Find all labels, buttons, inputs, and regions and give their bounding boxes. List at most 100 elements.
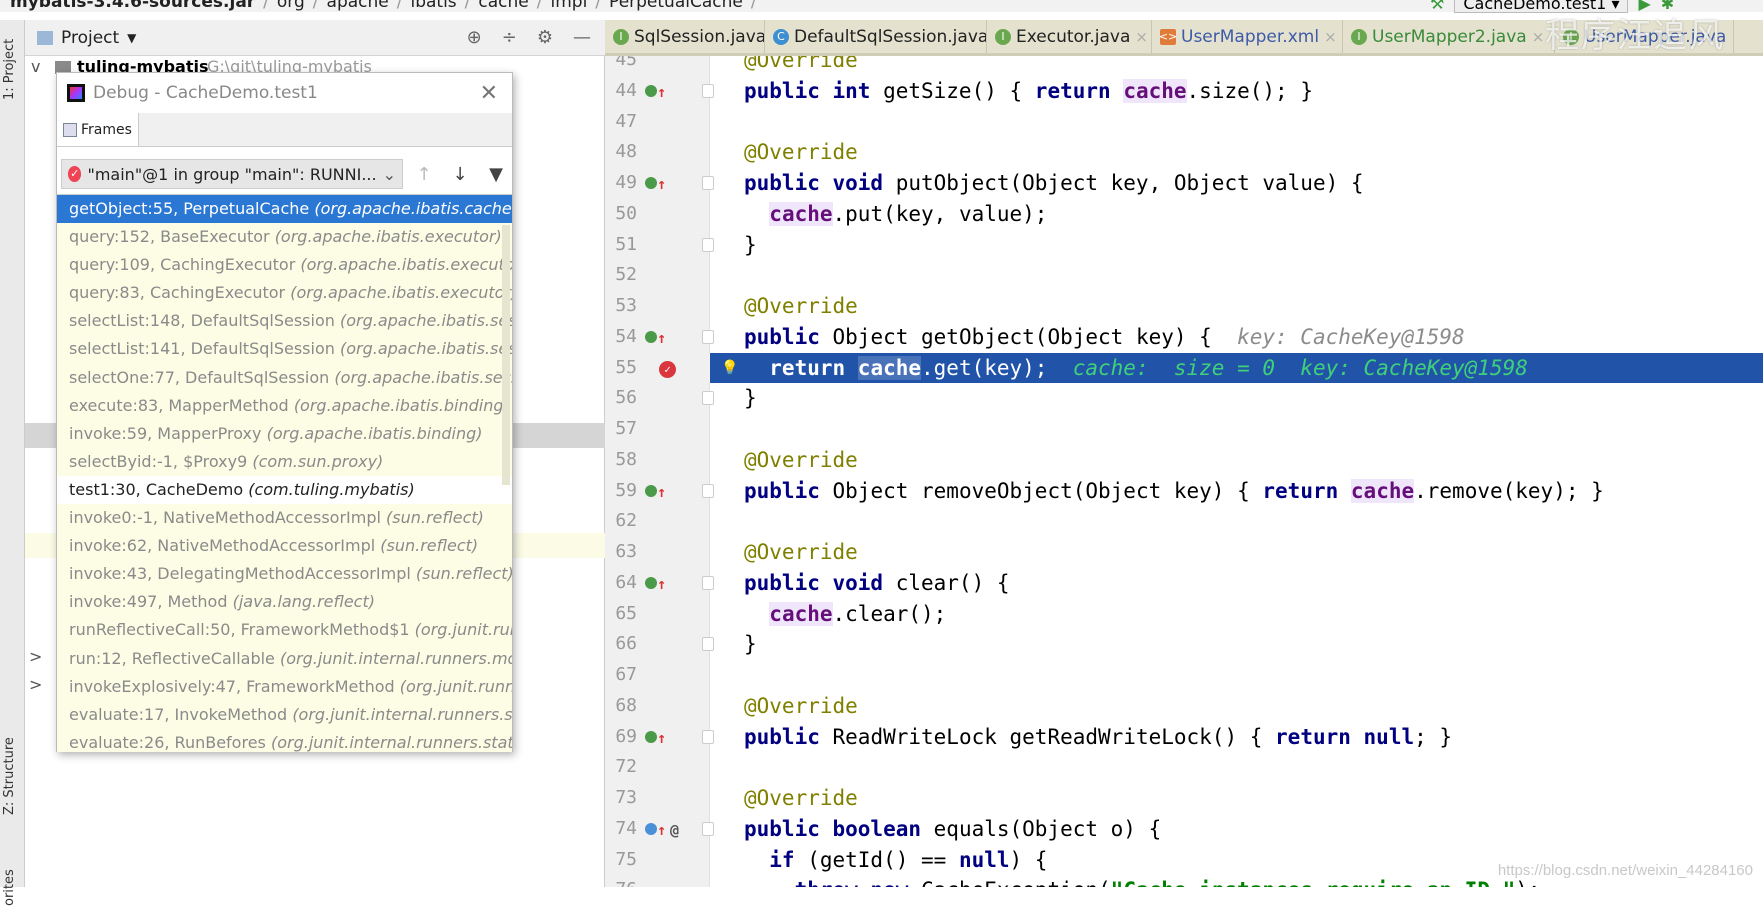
frame-row[interactable]: selectList:141, DefaultSqlSession (org.a… [57,335,512,363]
fold-marker[interactable] [702,329,714,344]
code-token: getSize() { [883,78,1035,103]
frame-row[interactable]: run:12, ReflectiveCallable (org.junit.in… [57,645,512,673]
tab-usermapper2-java[interactable]: I UserMapper2.java × [1343,20,1555,53]
code-text: @Override [744,537,858,568]
debug-popup-title-bar[interactable]: Debug - CacheDemo.test1 ✕ [57,73,512,113]
breadcrumb-item[interactable]: impl [551,0,588,12]
fold-marker[interactable] [702,83,714,98]
line-number: 53 [615,295,637,316]
fold-marker[interactable] [702,729,714,744]
fold-marker[interactable] [702,176,714,190]
tab-sqlsession-java[interactable]: ISqlSession.java× [605,20,765,53]
code-token: public int [744,78,884,103]
tab-usermapper-xml[interactable]: <> UserMapper.xml × [1152,20,1343,53]
thread-icon: ✓ [68,166,82,182]
structure-tool-button[interactable]: Z: Structure [2,737,17,815]
code-area[interactable]: 45 @Override 44 ↑ public int getSize() { ret… [605,56,1763,887]
override-icon[interactable]: ↑ [645,568,666,600]
chevron-down-icon[interactable]: v [31,57,40,76]
favorites-tool-button[interactable]: orites [2,869,17,906]
breadcrumb-item[interactable]: cache [478,0,528,12]
project-view-selector[interactable]: Project [61,28,119,48]
chevron-right-icon[interactable]: > [29,675,42,694]
tab-executor-java[interactable]: I Executor.java × [987,20,1152,53]
frame-row[interactable]: getObject:55, PerpetualCache (org.apache… [57,195,512,224]
frame-row[interactable]: invoke:43, DelegatingMethodAccessorImpl … [57,560,512,588]
fold-marker[interactable] [702,821,714,836]
frame-row[interactable]: query:152, BaseExecutor (org.apache.ibat… [57,223,512,251]
line-number: 48 [615,141,637,163]
collapse-icon[interactable]: ÷ [502,27,517,48]
frame-row[interactable]: evaluate:26, RunBefores (org.junit.inter… [57,729,512,752]
code-line: 65 cache.clear(); [605,599,1763,630]
fold-marker[interactable] [702,391,714,406]
intention-bulb-icon[interactable]: 💡 [721,353,738,384]
code-token: return [744,355,858,380]
override-icon[interactable]: ↑ @ [645,814,679,846]
locate-icon[interactable]: ⊕ [467,27,482,48]
frame-row[interactable]: invoke:59, MapperProxy (org.apache.ibati… [57,420,512,448]
frame-row[interactable]: runReflectiveCall:50, FrameworkMethod$1 … [57,616,512,644]
close-tab-icon[interactable]: × [1532,28,1545,46]
code-text: @Override [744,291,858,322]
frames-scrollbar[interactable] [502,225,510,485]
close-tab-icon[interactable]: × [1731,28,1733,46]
code-token: cache [857,355,922,380]
fold-marker[interactable] [702,575,714,590]
code-token: @Override [744,294,858,318]
build-icon[interactable]: ⚒ [1430,0,1444,13]
close-tab-icon[interactable]: × [1324,28,1337,46]
thread-dropdown[interactable]: ✓ "main"@1 in group "main": RUNNI... ⌄ [61,159,403,189]
breadcrumb-item[interactable]: apache [327,0,389,12]
breadcrumb-separator: / [464,0,471,12]
override-icon[interactable]: ↑ [645,76,666,108]
override-icon[interactable]: ↑ [645,322,666,354]
frame-row[interactable]: evaluate:17, InvokeMethod (org.junit.int… [57,701,512,729]
frame-row[interactable]: invokeExplosively:47, FrameworkMethod (o… [57,673,512,701]
code-line: 56} [605,383,1763,414]
code-token: public [744,478,833,503]
override-icon[interactable]: ↑ [645,168,666,200]
filter-icon[interactable]: ▼ [481,164,511,185]
fold-marker[interactable] [702,237,714,252]
line-number: 75 [615,848,637,870]
frame-row[interactable]: invoke:497, Method (java.lang.reflect) [57,588,512,616]
breadcrumb-item[interactable]: PerpetualCache [609,0,743,12]
breakpoint-icon[interactable]: ✓ [645,353,676,384]
frame-row[interactable]: selectList:148, DefaultSqlSession (org.a… [57,307,512,335]
project-tool-button[interactable]: 1: Project [2,39,17,100]
arrow-down-icon[interactable]: ↓ [445,164,475,185]
code-token: Object getObject(Object key) { [832,324,1238,349]
close-tab-icon[interactable]: × [1135,28,1148,46]
frame-row[interactable]: invoke:62, NativeMethodAccessorImpl (sun… [57,532,512,560]
code-token: ReadWriteLock getReadWriteLock() { [832,724,1276,749]
tab-frames-label: Frames [81,121,132,138]
chevron-down-icon[interactable]: ▼ [127,31,136,45]
gear-icon[interactable]: ⚙ [537,27,553,48]
arrow-up-icon[interactable]: ↑ [409,164,439,185]
frame-package: (org.apache.ibatis.cache.impl) [314,199,512,218]
frame-row[interactable]: test1:30, CacheDemo (com.tuling.mybatis) [57,475,512,505]
fold-marker[interactable] [702,483,714,498]
close-icon[interactable]: ✕ [480,81,498,106]
frame-row[interactable]: query:109, CachingExecutor (org.apache.i… [57,251,512,279]
breadcrumb-item[interactable]: org [277,0,305,12]
frame-row[interactable]: invoke0:-1, NativeMethodAccessorImpl (su… [57,504,512,532]
code-token: public void [744,171,896,195]
frame-row[interactable]: selectOne:77, DefaultSqlSession (org.apa… [57,364,512,392]
fold-marker[interactable] [702,637,714,652]
frame-row[interactable]: query:83, CachingExecutor (org.apache.ib… [57,279,512,307]
frame-row[interactable]: selectByid:-1, $Proxy9 (com.sun.proxy) [57,448,512,476]
override-icon[interactable]: ↑ [645,476,666,508]
override-icon[interactable]: ↑ [645,722,666,754]
code-line: 62 [605,506,1763,537]
code-token: Object removeObject(Object key) { [832,478,1263,503]
breadcrumb-item[interactable]: ibatis [410,0,456,12]
tab-frames[interactable]: Frames [57,113,139,146]
breadcrumb-item[interactable]: mybatis-3.4.6-sources.jar [10,0,255,12]
frame-row[interactable]: execute:83, MapperMethod (org.apache.iba… [57,392,512,420]
line-number: 54 [615,325,637,347]
hide-icon[interactable]: — [573,27,591,48]
chevron-right-icon[interactable]: > [29,647,42,666]
tab-defaultsqlsession-java[interactable]: CDefaultSqlSession.java× [765,20,987,53]
